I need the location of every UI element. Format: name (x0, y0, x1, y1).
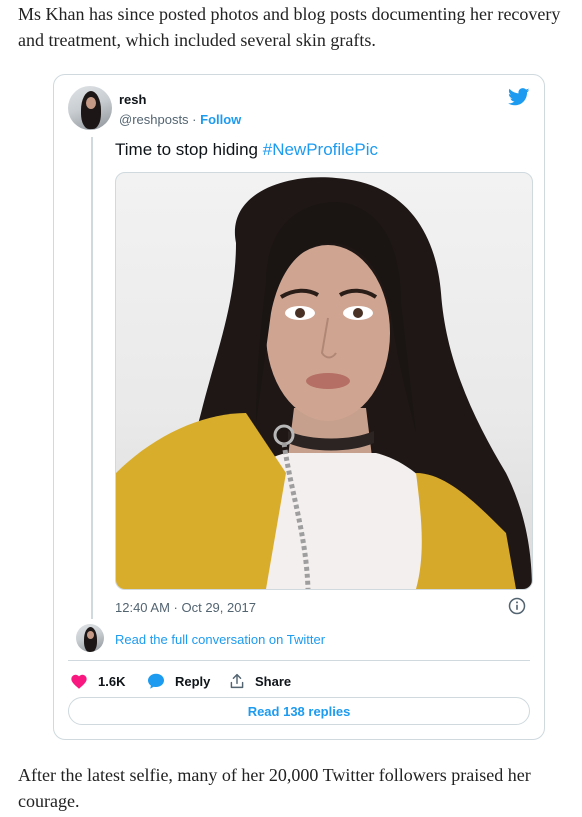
like-count: 1.6K (98, 673, 126, 689)
avatar-small[interactable] (76, 624, 104, 652)
article-paragraph-top: Ms Khan has since posted photos and blog… (18, 4, 561, 50)
reply-label: Reply (175, 673, 211, 689)
share-label: Share (255, 673, 292, 689)
tweet-text: Time to stop hiding #NewProfilePic (115, 140, 378, 160)
avatar-small-face (87, 631, 94, 639)
reply-button[interactable]: Reply (147, 671, 210, 691)
thread-line (91, 137, 93, 619)
handle[interactable]: @reshposts (119, 112, 189, 127)
left-iris (295, 308, 305, 318)
avatar-face (86, 97, 96, 109)
avatar[interactable] (68, 86, 112, 130)
reply-bubble-icon (148, 673, 164, 689)
right-iris (353, 308, 363, 318)
selfie-illustration (116, 177, 532, 589)
tweet-timestamp[interactable]: 12:40 AM · Oct 29, 2017 (115, 600, 256, 615)
read-replies-button[interactable]: Read 138 replies (68, 697, 530, 725)
heart-icon (71, 674, 87, 689)
follow-link[interactable]: Follow (200, 112, 241, 127)
like-button[interactable]: 1.6K (70, 671, 125, 691)
handle-row: @reshposts · Follow (119, 112, 241, 127)
hashtag-link[interactable]: #NewProfilePic (263, 140, 378, 159)
twitter-bird-icon[interactable] (508, 88, 530, 106)
share-button[interactable]: Share (229, 671, 291, 691)
display-name[interactable]: resh (119, 92, 146, 107)
share-icon (230, 673, 244, 689)
article-paragraph-bottom: After the latest selfie, many of her 20,… (18, 765, 531, 811)
yellow-scarf-left (116, 413, 286, 589)
tweet-body: Time to stop hiding (115, 140, 263, 159)
lips (306, 373, 350, 389)
tweet-photo[interactable] (115, 172, 533, 590)
embedded-tweet[interactable]: resh @reshposts · Follow Time to stop hi… (53, 74, 545, 740)
read-conversation-link[interactable]: Read the full conversation on Twitter (115, 632, 325, 647)
info-icon[interactable] (508, 597, 526, 615)
divider (68, 660, 530, 661)
handle-separator: · (188, 112, 201, 127)
